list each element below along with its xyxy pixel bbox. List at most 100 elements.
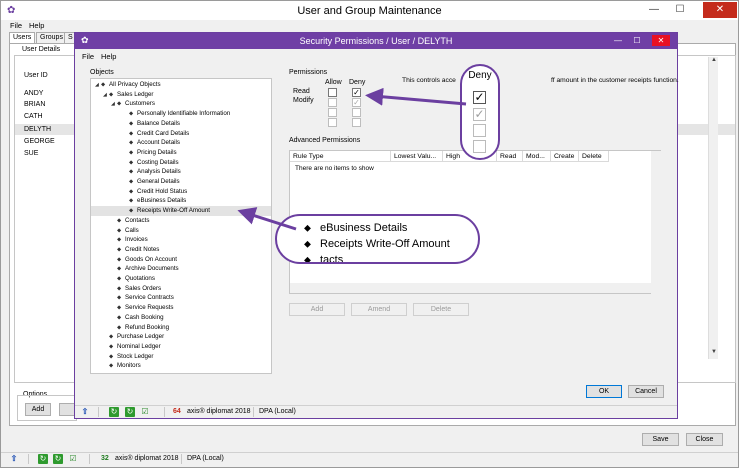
- tree-node[interactable]: ⬥ Calls: [91, 226, 271, 236]
- diamond-icon: ⬥: [109, 363, 114, 370]
- tree-node[interactable]: ⬥ Cash Booking: [91, 313, 271, 323]
- tree-node[interactable]: ⬥ Invoices: [91, 235, 271, 245]
- close-icon[interactable]: ✕: [652, 35, 670, 46]
- inner-menu-help[interactable]: Help: [101, 52, 116, 61]
- tree-node-label: Calls: [125, 226, 139, 234]
- delete-rule-button[interactable]: Delete: [413, 303, 469, 316]
- tree-node[interactable]: ⬥ Refund Booking: [91, 323, 271, 333]
- tree-node[interactable]: ⬥ Archive Documents: [91, 264, 271, 274]
- tree-node[interactable]: ⬥ Purchase Ledger: [91, 332, 271, 342]
- tree-node[interactable]: ⬥ Account Details: [91, 138, 271, 148]
- refresh-icon[interactable]: ↻: [109, 407, 119, 417]
- permission-checkbox[interactable]: [328, 118, 337, 127]
- minimize-icon[interactable]: —: [611, 35, 625, 46]
- options-second-button[interactable]: [59, 403, 75, 416]
- zoom-row-label: tacts: [320, 254, 344, 264]
- read-deny-checkbox[interactable]: ✓: [352, 88, 361, 97]
- tree-node-selected[interactable]: ⬥ Receipts Write-Off Amount: [91, 206, 271, 216]
- tree-node-label: General Details: [137, 178, 180, 185]
- outer-menu-bar: File Help: [1, 20, 738, 31]
- tree-node[interactable]: ⬥ Service Contracts: [91, 293, 271, 303]
- modify-deny-checkbox[interactable]: ✓: [352, 98, 361, 107]
- column-read[interactable]: Read: [497, 151, 523, 162]
- column-modify[interactable]: Mod...: [523, 151, 551, 162]
- column-create[interactable]: Create: [551, 151, 579, 162]
- maximize-icon[interactable]: ☐: [630, 35, 644, 46]
- upgrade-arrow-icon[interactable]: ⇧: [80, 407, 90, 417]
- refresh-icon[interactable]: ↻: [38, 454, 48, 464]
- status-instance: DPA (Local): [187, 455, 224, 462]
- status-product: axis® diplomat 2018: [187, 408, 251, 415]
- tree-node-label: Service Contracts: [125, 294, 174, 302]
- tree-node[interactable]: ◢ ⬥ Sales Ledger: [91, 90, 271, 100]
- tree-node[interactable]: ⬥ Service Requests: [91, 303, 271, 313]
- zoom-row-label: Receipts Write-Off Amount: [320, 238, 450, 250]
- read-allow-checkbox[interactable]: [328, 88, 337, 97]
- tree-node-label: Purchase Ledger: [117, 333, 165, 341]
- tree-node[interactable]: ⬥ Credit Card Details: [91, 129, 271, 139]
- deny-callout-title: Deny: [468, 70, 492, 81]
- tree-node-label: Customers: [125, 100, 155, 108]
- tree-node[interactable]: ◢ ⬥ All Privacy Objects: [91, 80, 271, 90]
- sync-icon[interactable]: ↻: [125, 407, 135, 417]
- tree-node-label: Invoices: [125, 236, 148, 244]
- modify-allow-checkbox[interactable]: [328, 98, 337, 107]
- tree-node[interactable]: ⬥ Sales Orders: [91, 284, 271, 294]
- tree-node[interactable]: ⬥ Contacts: [91, 216, 271, 226]
- maximize-icon[interactable]: ☐: [668, 2, 692, 18]
- tree-node[interactable]: ⬥ Balance Details: [91, 119, 271, 129]
- column-delete[interactable]: Delete: [579, 151, 609, 162]
- ok-button[interactable]: OK: [586, 385, 622, 398]
- tree-node[interactable]: ⬥ Pricing Details: [91, 148, 271, 158]
- tree-node[interactable]: ⬥ eBusiness Details: [91, 196, 271, 206]
- close-button[interactable]: Close: [686, 433, 723, 446]
- tree-node[interactable]: ⬥ Quotations: [91, 274, 271, 284]
- save-button[interactable]: Save: [642, 433, 679, 446]
- checklist-icon[interactable]: ☑: [68, 454, 78, 464]
- tree-node[interactable]: ⬥ Credit Hold Status: [91, 187, 271, 197]
- close-icon[interactable]: ✕: [703, 2, 737, 18]
- tree-node[interactable]: ⬥ Nominal Ledger: [91, 342, 271, 352]
- tree-node-label: Personally Identifiable Information: [137, 110, 231, 118]
- column-rule-type[interactable]: Rule Type: [290, 151, 391, 162]
- permission-checkbox[interactable]: [352, 118, 361, 127]
- permission-checkbox[interactable]: [328, 108, 337, 117]
- permissions-label: Permissions: [289, 69, 328, 76]
- tab-groups[interactable]: Groups: [36, 32, 67, 43]
- user-id-column-header[interactable]: User ID: [24, 72, 48, 79]
- advanced-permissions-label: Advanced Permissions: [289, 137, 361, 144]
- add-rule-button[interactable]: Add: [289, 303, 345, 316]
- user-list-scrollbar[interactable]: ▲ ▼: [708, 57, 718, 359]
- checklist-icon[interactable]: ☑: [140, 407, 150, 417]
- table-vertical-scrollbar[interactable]: [651, 151, 661, 294]
- add-user-button[interactable]: Add: [25, 403, 51, 416]
- minimize-icon[interactable]: —: [642, 2, 666, 18]
- tree-node[interactable]: ⬥ Personally Identifiable Information: [91, 109, 271, 119]
- zoom-row: ⬥ tacts: [304, 254, 344, 264]
- diamond-icon: ⬥: [304, 239, 311, 250]
- tree-node[interactable]: ⬥ Analysis Details: [91, 167, 271, 177]
- tree-node[interactable]: ⬥ Costing Details: [91, 158, 271, 168]
- tree-node[interactable]: ◢ ⬥ Customers: [91, 99, 271, 109]
- tree-node[interactable]: ⬥ General Details: [91, 177, 271, 187]
- inner-menu-file[interactable]: File: [82, 52, 94, 61]
- tree-node[interactable]: ⬥ Credit Notes: [91, 245, 271, 255]
- scroll-up-icon[interactable]: ▲: [709, 57, 719, 63]
- sync-icon[interactable]: ↻: [53, 454, 63, 464]
- permission-checkbox[interactable]: [352, 108, 361, 117]
- tree-node[interactable]: ⬥ Monitors: [91, 361, 271, 371]
- column-lowest-value[interactable]: Lowest Valu...: [391, 151, 443, 162]
- upgrade-arrow-icon[interactable]: ⇧: [9, 454, 19, 464]
- menu-file[interactable]: File: [10, 21, 22, 30]
- table-horizontal-scrollbar[interactable]: [290, 283, 651, 293]
- tree-node[interactable]: ⬥ Goods On Account: [91, 255, 271, 265]
- objects-tree[interactable]: ◢ ⬥ All Privacy Objects ◢ ⬥ Sales Ledger ◢ ⬥ Cus…: [90, 78, 272, 374]
- scroll-down-icon[interactable]: ▼: [709, 349, 719, 355]
- cancel-button[interactable]: Cancel: [628, 385, 664, 398]
- tree-node[interactable]: ⬥ Stock Ledger: [91, 352, 271, 362]
- amend-rule-button[interactable]: Amend: [351, 303, 407, 316]
- tree-node-label: Balance Details: [137, 119, 180, 127]
- status-divider: [89, 454, 90, 464]
- menu-help[interactable]: Help: [29, 21, 44, 30]
- inner-title-bar: ✿ Security Permissions / User / DELYTH —…: [75, 33, 677, 49]
